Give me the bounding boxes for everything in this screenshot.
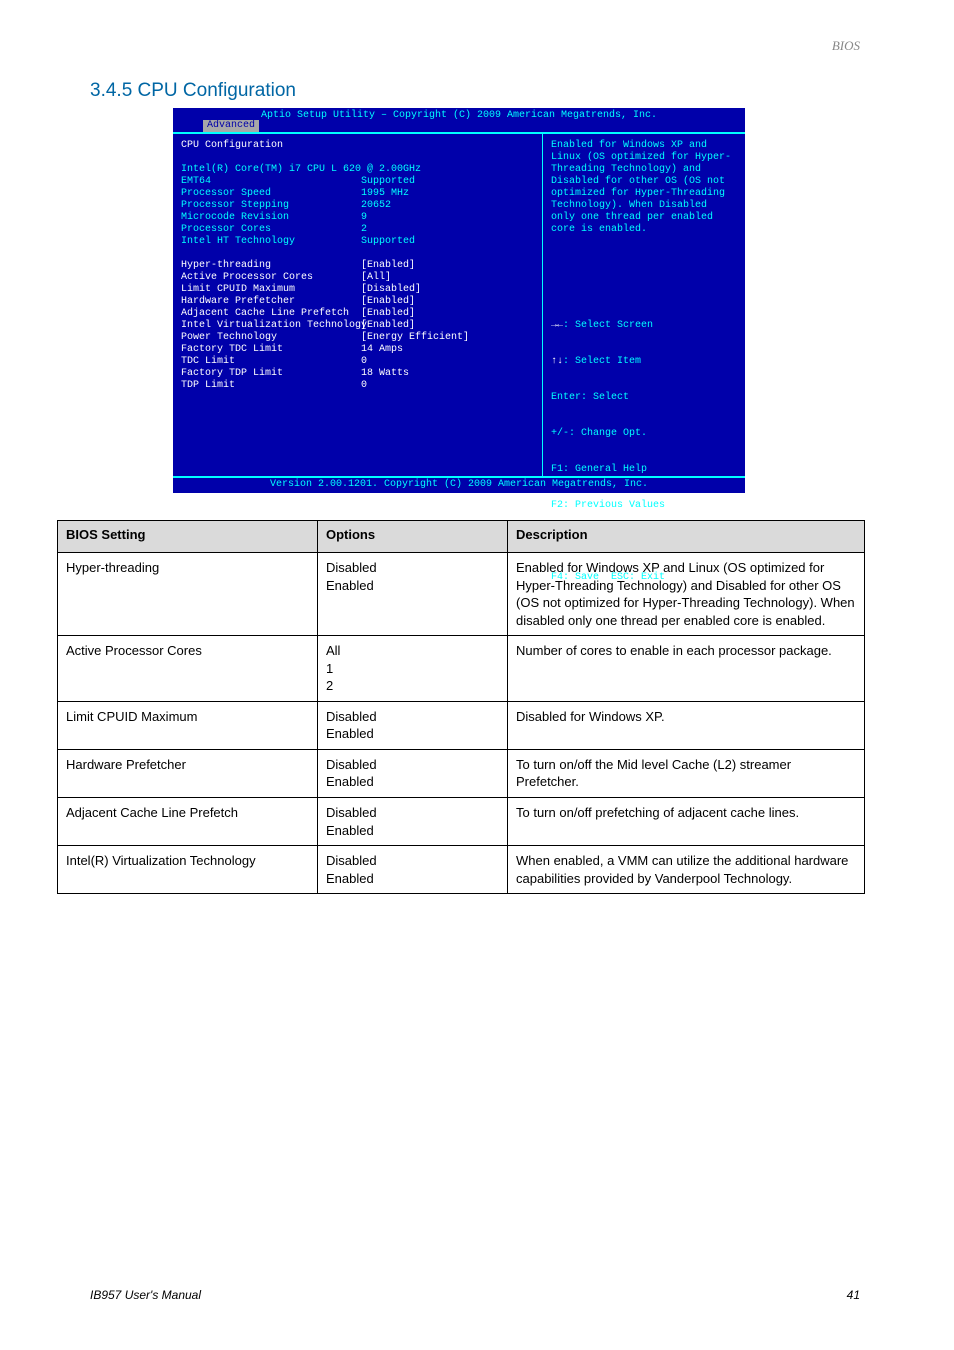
bios-conf-row[interactable]: Adjacent Cache Line Prefetch[Enabled]: [181, 308, 534, 320]
section-title: 3.4.5 CPU Configuration: [90, 80, 296, 102]
cell-options: Disabled Enabled: [318, 846, 508, 894]
bios-help-text: Enabled for Windows XP and Linux (OS opt…: [551, 140, 737, 236]
bios-options-table: BIOS Setting Options Description Hyper-t…: [57, 520, 865, 894]
cell-options: Disabled Enabled: [318, 701, 508, 749]
cell-setting: Active Processor Cores: [58, 636, 318, 702]
bios-body: CPU Configuration Intel(R) Core(TM) i7 C…: [173, 132, 745, 478]
bios-conf-row[interactable]: Intel Virtualization Technology[Enabled]: [181, 320, 534, 332]
table-row: Intel(R) Virtualization Technology Disab…: [58, 846, 865, 894]
cell-desc: Number of cores to enable in each proces…: [508, 636, 865, 702]
bios-title-bar: Aptio Setup Utility – Copyright (C) 2009…: [173, 108, 745, 132]
bios-right-pane: Enabled for Windows XP and Linux (OS opt…: [543, 134, 745, 476]
bios-conf-row[interactable]: Factory TDC Limit14 Amps: [181, 344, 534, 356]
bios-heading: CPU Configuration: [181, 140, 361, 152]
cell-options: Disabled Enabled: [318, 749, 508, 797]
bios-cpu-name: Intel(R) Core(TM) i7 CPU L 620 @ 2.00GHz: [181, 164, 361, 176]
table-row: Adjacent Cache Line Prefetch Disabled En…: [58, 798, 865, 846]
bios-conf-row[interactable]: Hardware Prefetcher[Enabled]: [181, 296, 534, 308]
cell-setting: Intel(R) Virtualization Technology: [58, 846, 318, 894]
bios-info-row: Processor Stepping20652: [181, 200, 534, 212]
cell-desc: To turn on/off the Mid level Cache (L2) …: [508, 749, 865, 797]
table-row: Active Processor Cores All 1 2 Number of…: [58, 636, 865, 702]
cell-options: Disabled Enabled: [318, 798, 508, 846]
table-header-row: BIOS Setting Options Description: [58, 521, 865, 553]
th-description: Description: [508, 521, 865, 553]
bios-conf-row[interactable]: Limit CPUID Maximum[Disabled]: [181, 284, 534, 296]
footer-page-number: 41: [847, 1288, 860, 1302]
bios-info-row: Processor Speed1995 MHz: [181, 188, 534, 200]
bios-conf-row[interactable]: TDP Limit0: [181, 380, 534, 392]
cell-setting: Hardware Prefetcher: [58, 749, 318, 797]
bios-conf-row[interactable]: TDC Limit0: [181, 356, 534, 368]
bios-screenshot: Aptio Setup Utility – Copyright (C) 2009…: [173, 108, 745, 493]
bios-conf-row[interactable]: Factory TDP Limit18 Watts: [181, 368, 534, 380]
bios-conf-row[interactable]: Active Processor Cores[All]: [181, 272, 534, 284]
cell-desc: When enabled, a VMM can utilize the addi…: [508, 846, 865, 894]
cell-desc: To turn on/off prefetching of adjacent c…: [508, 798, 865, 846]
cell-desc: Disabled for Windows XP.: [508, 701, 865, 749]
cell-setting: Adjacent Cache Line Prefetch: [58, 798, 318, 846]
bios-info-row: Microcode Revision9: [181, 212, 534, 224]
bios-conf-row[interactable]: Hyper-threading[Enabled]: [181, 260, 534, 272]
table-row: Hardware Prefetcher Disabled Enabled To …: [58, 749, 865, 797]
bios-info-row: Intel HT TechnologySupported: [181, 236, 534, 248]
table-row: Hyper-threading Disabled Enabled Enabled…: [58, 553, 865, 636]
page-header-ref: BIOS: [832, 38, 860, 54]
footer-manual-name: IB957 User's Manual: [90, 1288, 201, 1302]
cell-setting: Limit CPUID Maximum: [58, 701, 318, 749]
table-row: Limit CPUID Maximum Disabled Enabled Dis…: [58, 701, 865, 749]
cell-options: All 1 2: [318, 636, 508, 702]
cell-options: Disabled Enabled: [318, 553, 508, 636]
bios-left-pane: CPU Configuration Intel(R) Core(TM) i7 C…: [173, 134, 543, 476]
th-setting: BIOS Setting: [58, 521, 318, 553]
th-options: Options: [318, 521, 508, 553]
bios-conf-row[interactable]: Power Technology[Energy Efficient]: [181, 332, 534, 344]
cell-setting: Hyper-threading: [58, 553, 318, 636]
bios-info-row: EMT64Supported: [181, 176, 534, 188]
cell-desc: Enabled for Windows XP and Linux (OS opt…: [508, 553, 865, 636]
bios-active-tab: Advanced: [203, 120, 259, 132]
bios-info-row: Processor Cores2: [181, 224, 534, 236]
